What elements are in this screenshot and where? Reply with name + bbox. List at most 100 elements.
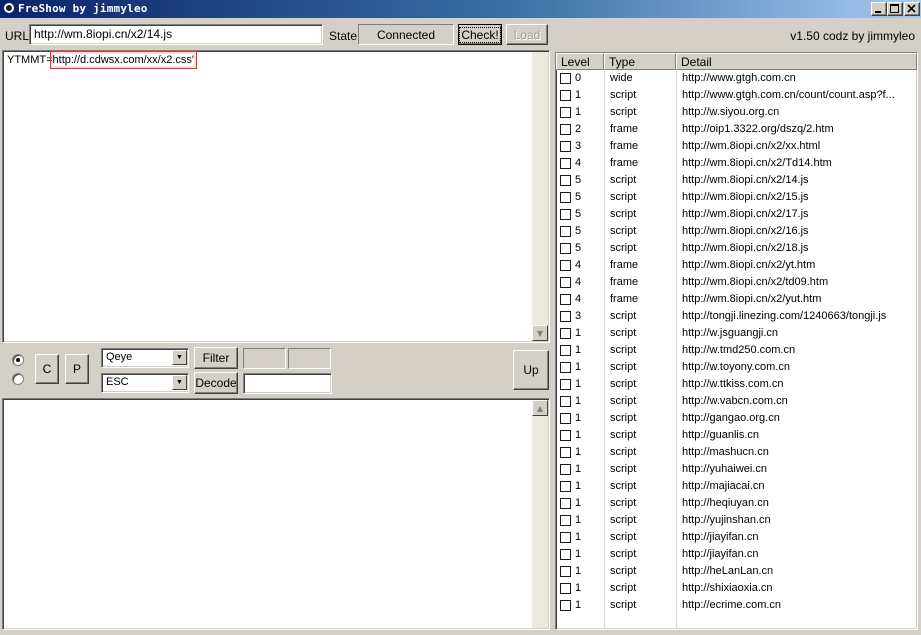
row-checkbox[interactable] (560, 243, 571, 254)
table-row[interactable]: 1 script http://yujinshan.cn (556, 512, 917, 529)
table-row[interactable]: 2 frame http://oip1.3322.org/dszq/2.htm (556, 121, 917, 138)
filter-button[interactable]: Filter (194, 347, 238, 369)
decode-button[interactable]: Decode (194, 372, 238, 394)
column-header-type[interactable]: Type (604, 53, 676, 70)
table-row[interactable]: 1 script http://w.vabcn.com.cn (556, 393, 917, 410)
scroll-down-button[interactable]: ▼ (532, 325, 548, 341)
row-checkbox[interactable] (560, 311, 571, 322)
cell-type: script (610, 242, 637, 254)
row-checkbox[interactable] (560, 124, 571, 135)
table-row[interactable]: 1 script http://ecrime.com.cn (556, 597, 917, 614)
row-checkbox[interactable] (560, 158, 571, 169)
table-row[interactable]: 1 script http://heqiuyan.cn (556, 495, 917, 512)
row-checkbox[interactable] (560, 73, 571, 84)
app-icon (4, 3, 14, 13)
table-row[interactable]: 5 script http://wm.8iopi.cn/x2/15.js (556, 189, 917, 206)
table-row[interactable]: 5 script http://wm.8iopi.cn/x2/18.js (556, 240, 917, 257)
row-checkbox[interactable] (560, 107, 571, 118)
table-row[interactable]: 1 script http://jiayifan.cn (556, 529, 917, 546)
table-row[interactable]: 1 script http://www.gtgh.com.cn/count/coun… (556, 87, 917, 104)
source-text-area[interactable]: YTMMT=http://d.cdwsx.com/xx/x2.css' ▼ (2, 50, 550, 343)
row-checkbox[interactable] (560, 532, 571, 543)
source-scrollbar[interactable]: ▼ (532, 52, 548, 341)
table-row[interactable]: 1 script http://guanlis.cn (556, 427, 917, 444)
row-checkbox[interactable] (560, 600, 571, 611)
row-checkbox[interactable] (560, 498, 571, 509)
table-row[interactable]: 1 script http://heLanLan.cn (556, 563, 917, 580)
resource-list[interactable]: Level Type Detail 0 wide http://www.gtgh.c… (555, 52, 918, 630)
table-row[interactable]: 1 script http://yuhaiwei.cn (556, 461, 917, 478)
row-checkbox[interactable] (560, 277, 571, 288)
table-row[interactable]: 5 script http://wm.8iopi.cn/x2/14.js (556, 172, 917, 189)
output-scrollbar[interactable]: ▲ (532, 400, 548, 628)
row-checkbox[interactable] (560, 90, 571, 101)
row-checkbox[interactable] (560, 549, 571, 560)
table-row[interactable]: 1 script http://w.siyou.org.cn (556, 104, 917, 121)
column-header-detail[interactable]: Detail (676, 53, 917, 70)
table-row[interactable]: 0 wide http://www.gtgh.com.cn (556, 70, 917, 87)
row-checkbox[interactable] (560, 583, 571, 594)
cell-detail: http://jiayifan.cn (682, 531, 759, 543)
output-text-area[interactable]: ▲ (2, 398, 550, 630)
radio-option-1[interactable] (12, 354, 24, 366)
row-checkbox[interactable] (560, 464, 571, 475)
check-button[interactable]: Check! (458, 24, 502, 45)
table-row[interactable]: 4 frame http://wm.8iopi.cn/x2/td09.htm (556, 274, 917, 291)
table-row[interactable]: 1 script http://w.ttkiss.com.cn (556, 376, 917, 393)
up-button[interactable]: Up (513, 350, 549, 390)
row-checkbox[interactable] (560, 362, 571, 373)
cell-type: script (610, 582, 637, 594)
table-row[interactable]: 3 frame http://wm.8iopi.cn/x2/xx.html (556, 138, 917, 155)
row-checkbox[interactable] (560, 481, 571, 492)
cell-level: 2 (575, 123, 582, 135)
row-checkbox[interactable] (560, 192, 571, 203)
table-row[interactable]: 1 script http://shixiaoxia.cn (556, 580, 917, 597)
table-row[interactable]: 5 script http://wm.8iopi.cn/x2/16.js (556, 223, 917, 240)
table-row[interactable]: 1 script http://w.toyony.com.cn (556, 359, 917, 376)
table-row[interactable]: 1 script http://w.tmd250.com.cn (556, 342, 917, 359)
row-checkbox[interactable] (560, 294, 571, 305)
scroll-up-button[interactable]: ▲ (532, 400, 548, 416)
table-row[interactable]: 4 frame http://wm.8iopi.cn/x2/Td14.htm (556, 155, 917, 172)
table-row[interactable]: 1 script http://majiacai.cn (556, 478, 917, 495)
cell-level: 1 (575, 565, 582, 577)
radio-option-2[interactable] (12, 373, 24, 385)
close-button[interactable] (904, 2, 920, 16)
table-row[interactable]: 1 script http://w.jsguangji.cn (556, 325, 917, 342)
row-checkbox[interactable] (560, 209, 571, 220)
row-checkbox[interactable] (560, 141, 571, 152)
table-row[interactable]: 4 frame http://wm.8iopi.cn/x2/yut.htm (556, 291, 917, 308)
row-checkbox[interactable] (560, 515, 571, 526)
row-checkbox[interactable] (560, 379, 571, 390)
row-checkbox[interactable] (560, 226, 571, 237)
column-header-level[interactable]: Level (556, 53, 604, 70)
minimize-button[interactable] (871, 2, 887, 16)
url-input[interactable]: http://wm.8iopi.cn/x2/14.js (29, 24, 323, 45)
c-button[interactable]: C (35, 354, 59, 384)
table-row[interactable]: 1 script http://jiayifan.cn (556, 546, 917, 563)
cell-type: script (610, 531, 637, 543)
table-row[interactable]: 1 script http://mashucn.cn (556, 444, 917, 461)
load-button[interactable]: Load (506, 24, 548, 45)
escape-combo[interactable]: ESC ▼ (101, 373, 189, 393)
row-checkbox[interactable] (560, 566, 571, 577)
row-checkbox[interactable] (560, 430, 571, 441)
row-checkbox[interactable] (560, 396, 571, 407)
row-checkbox[interactable] (560, 175, 571, 186)
row-checkbox[interactable] (560, 447, 571, 458)
chevron-down-icon[interactable]: ▼ (172, 375, 187, 390)
decode-input[interactable] (243, 373, 332, 394)
maximize-button[interactable] (887, 2, 903, 16)
table-row[interactable]: 1 script http://gangao.org.cn (556, 410, 917, 427)
mode-combo[interactable]: Qeye ▼ (101, 348, 189, 368)
table-row[interactable]: 4 frame http://wm.8iopi.cn/x2/yt.htm (556, 257, 917, 274)
table-row[interactable]: 3 script http://tongji.linezing.com/124066… (556, 308, 917, 325)
row-checkbox[interactable] (560, 345, 571, 356)
row-checkbox[interactable] (560, 328, 571, 339)
cell-type: script (610, 310, 637, 322)
row-checkbox[interactable] (560, 260, 571, 271)
row-checkbox[interactable] (560, 413, 571, 424)
table-row[interactable]: 5 script http://wm.8iopi.cn/x2/17.js (556, 206, 917, 223)
p-button[interactable]: P (65, 354, 89, 384)
chevron-down-icon[interactable]: ▼ (172, 350, 187, 365)
